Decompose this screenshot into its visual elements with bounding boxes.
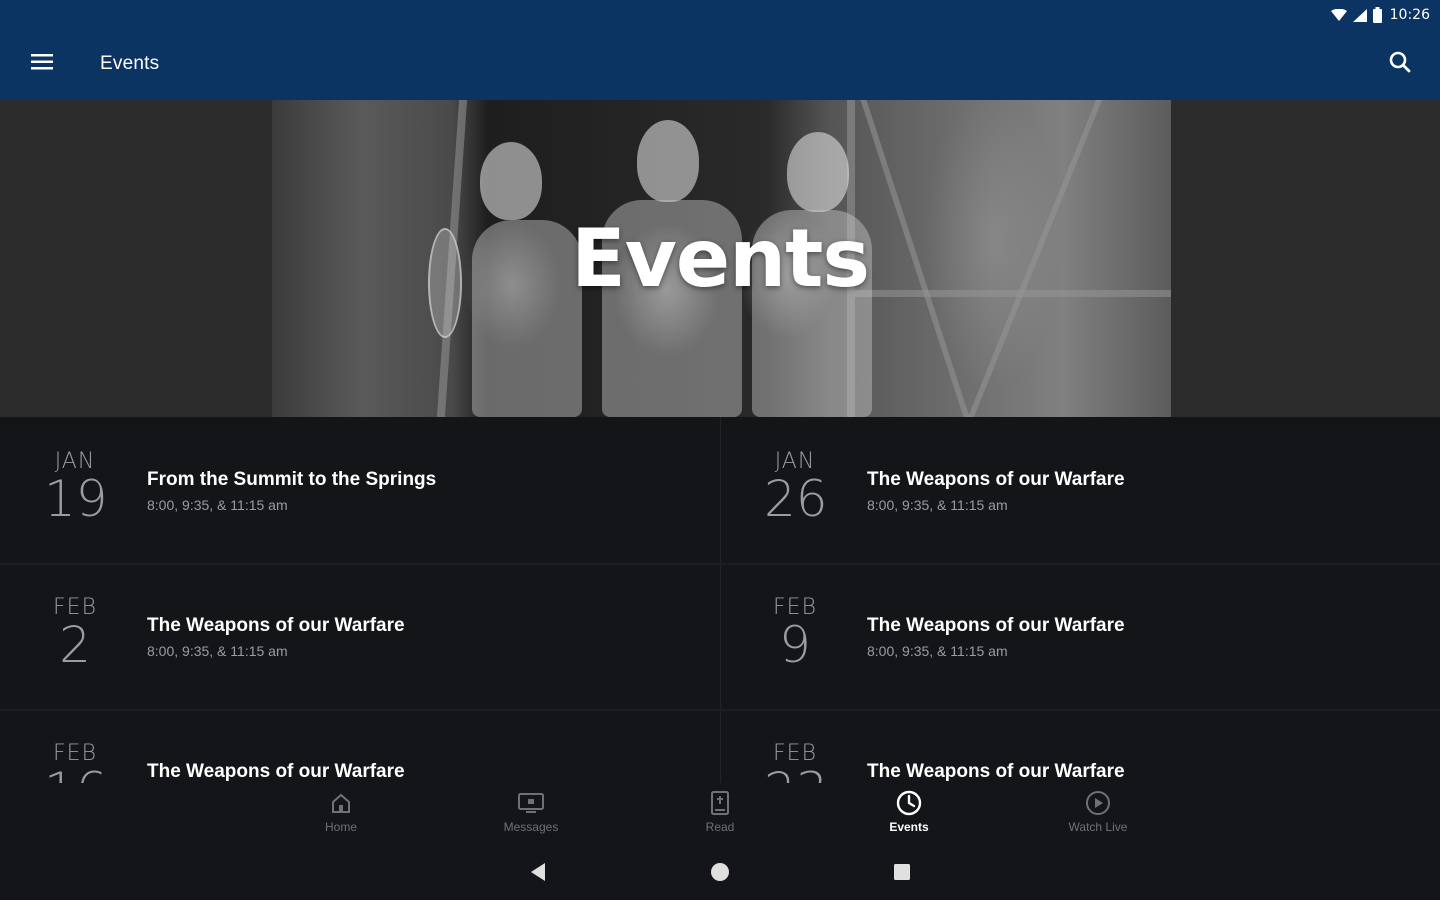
signal-icon — [1352, 8, 1367, 22]
bible-icon — [706, 789, 734, 817]
hero-title: Events — [571, 212, 870, 305]
event-day: 26 — [764, 470, 828, 528]
event-day: 23 — [764, 765, 828, 783]
menu-icon — [31, 53, 53, 76]
event-title: From the Summit to the Springs — [147, 469, 437, 490]
menu-button[interactable] — [22, 44, 62, 84]
event-day: 9 — [779, 616, 811, 674]
nav-read[interactable]: Read — [665, 789, 775, 841]
nav-watch-live[interactable]: Watch Live — [1043, 789, 1153, 841]
event-times: 8:00, 9:35, & 11:15 am — [867, 497, 1008, 513]
event-card[interactable]: JAN 19 From the Summit to the Springs 8:… — [0, 417, 720, 563]
event-card[interactable]: FEB 23 The Weapons of our Warfare — [720, 709, 1440, 783]
nav-label: Watch Live — [1068, 820, 1128, 834]
event-title: The Weapons of our Warfare — [147, 615, 405, 636]
system-nav-bar — [0, 845, 1440, 900]
clock-icon — [895, 789, 923, 817]
event-card[interactable]: FEB 16 The Weapons of our Warfare — [0, 709, 720, 783]
photo-detail — [637, 120, 699, 202]
event-date: FEB 16 — [44, 741, 108, 783]
hero-banner: Events — [0, 100, 1440, 417]
event-date: FEB 23 — [764, 741, 828, 783]
nav-label: Home — [324, 820, 357, 834]
event-date: FEB 9 — [764, 595, 826, 671]
nav-label: Messages — [503, 820, 559, 834]
status-time: 10:26 — [1389, 7, 1430, 23]
nav-label: Read — [705, 820, 735, 834]
wifi-icon — [1330, 8, 1347, 22]
recents-icon — [893, 863, 911, 886]
event-times: 8:00, 9:35, & 11:15 am — [867, 643, 1008, 659]
search-icon — [1389, 51, 1411, 78]
home-icon — [327, 789, 355, 817]
tv-icon — [517, 789, 545, 817]
event-card[interactable]: FEB 9 The Weapons of our Warfare 8:00, 9… — [720, 563, 1440, 709]
home-button[interactable] — [707, 861, 733, 887]
search-button[interactable] — [1380, 44, 1420, 84]
event-day: 16 — [44, 765, 108, 783]
nav-events[interactable]: Events — [854, 789, 964, 841]
nav-label: Events — [889, 820, 929, 834]
event-day: 19 — [44, 470, 108, 528]
app-root: 10:26 Events Events JAN 19 From the Summ… — [0, 0, 1440, 900]
nav-messages[interactable]: Messages — [476, 789, 586, 841]
page-title: Events — [100, 53, 160, 74]
battery-icon — [1372, 7, 1382, 23]
event-times: 8:00, 9:35, & 11:15 am — [147, 497, 288, 513]
event-card[interactable]: FEB 2 The Weapons of our Warfare 8:00, 9… — [0, 563, 720, 709]
bottom-nav: Home Messages Read Events Watch Live — [0, 783, 1440, 845]
event-title: The Weapons of our Warfare — [867, 761, 1125, 782]
home-circle-icon — [710, 862, 730, 887]
event-title: The Weapons of our Warfare — [147, 761, 405, 782]
event-date: JAN 26 — [764, 449, 828, 528]
event-day: 2 — [59, 616, 91, 674]
events-list: JAN 19 From the Summit to the Springs 8:… — [0, 417, 1440, 783]
play-circle-icon — [1084, 789, 1112, 817]
nav-home[interactable]: Home — [286, 789, 396, 841]
event-date: FEB 2 — [44, 595, 106, 671]
event-times: 8:00, 9:35, & 11:15 am — [147, 643, 288, 659]
event-title: The Weapons of our Warfare — [867, 615, 1125, 636]
status-bar: 10:26 — [1330, 4, 1430, 26]
event-date: JAN 19 — [44, 449, 108, 528]
photo-detail — [480, 142, 542, 220]
back-icon — [529, 862, 547, 887]
app-bar: 10:26 Events — [0, 0, 1440, 100]
photo-detail — [787, 132, 849, 212]
event-title: The Weapons of our Warfare — [867, 469, 1125, 490]
event-card[interactable]: JAN 26 The Weapons of our Warfare 8:00, … — [720, 417, 1440, 563]
back-button[interactable] — [525, 861, 551, 887]
recents-button[interactable] — [889, 861, 915, 887]
